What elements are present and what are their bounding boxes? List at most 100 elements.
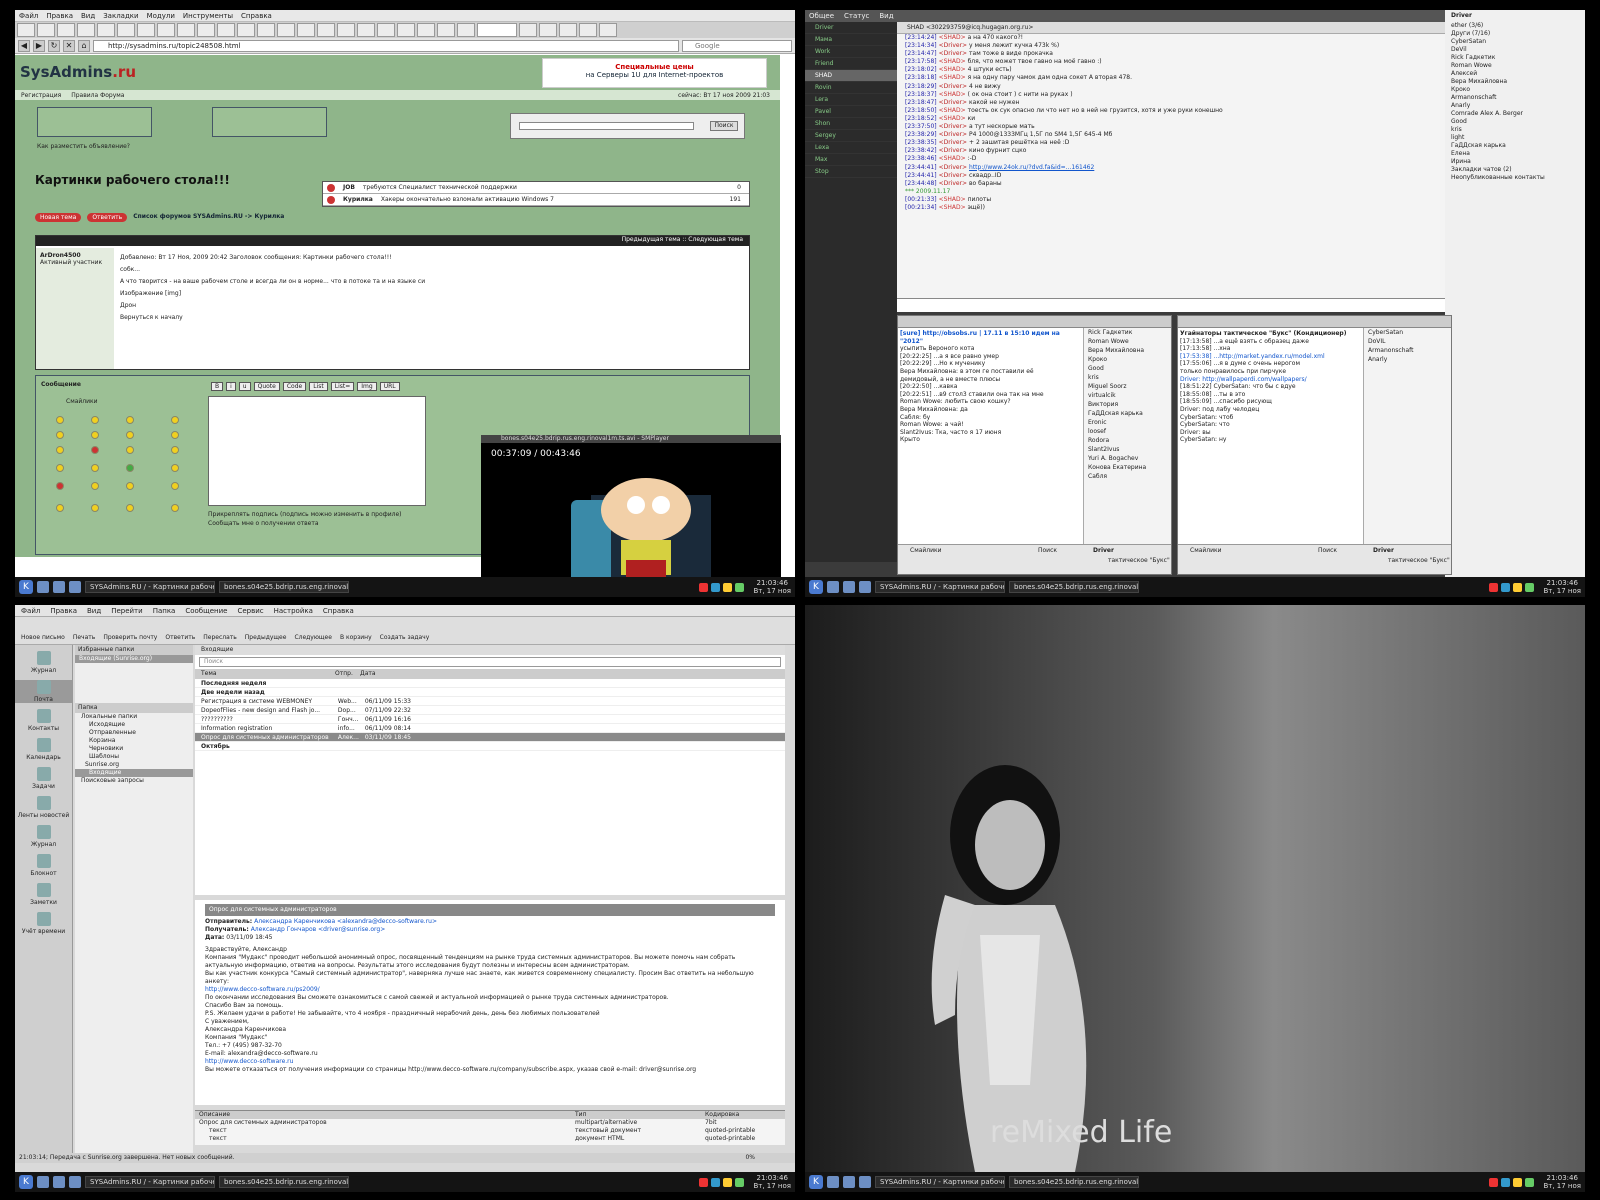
smiley-icon[interactable] [126, 464, 134, 472]
browser-tab[interactable] [357, 23, 375, 37]
col-from[interactable]: Отпр. [335, 669, 360, 679]
reply-button[interactable]: Ответить [87, 213, 128, 222]
kde-menu-icon[interactable]: K [19, 1175, 33, 1189]
clock[interactable]: 21:03:46 Вт, 17 ноя [753, 579, 791, 595]
browser-tab[interactable] [57, 23, 75, 37]
menu-status[interactable]: Статус [844, 12, 869, 20]
forum-search-input[interactable] [519, 122, 694, 130]
reply-button[interactable]: Ответить [165, 634, 195, 644]
body-link[interactable]: http://www.decco-software.ru/ps2009/ [205, 986, 775, 994]
from-value[interactable]: Александра Каренчикова <alexandra@decco-… [254, 918, 437, 925]
message-row[interactable]: Регистрация в системе WEBMONEY Web... 06… [195, 697, 785, 706]
forum-search-button[interactable]: Поиск [710, 121, 738, 131]
site-logo[interactable]: SysAdmins.ru [20, 63, 136, 81]
tray-icon[interactable] [1489, 582, 1499, 592]
message-row[interactable]: Information registration info... 06/11/0… [195, 724, 785, 733]
forward-icon[interactable]: ▶ [33, 39, 45, 52]
sidebar-mail[interactable]: Почта [15, 680, 72, 703]
task-player[interactable]: bones.s04e25.bdrip.rus.eng.rinoval1... [219, 581, 349, 593]
sidebar-calendar[interactable]: Календарь [15, 738, 72, 761]
tray-icon[interactable] [711, 582, 721, 592]
attach-row[interactable]: Опрос для системных администраторов multi… [195, 1119, 785, 1127]
sidebar-tasks[interactable]: Задачи [15, 767, 72, 790]
tab-inbox[interactable]: Входящие [195, 645, 785, 655]
room-user[interactable]: Сабля [1088, 472, 1171, 481]
launcher-icon[interactable] [843, 1176, 855, 1188]
sidebar-timetracker[interactable]: Учёт времени [15, 912, 72, 935]
folder-item-selected[interactable]: Входящие [75, 769, 193, 777]
menu-help[interactable]: Справка [323, 607, 354, 615]
clock[interactable]: 21:03:46 Вт, 17 ноя [1543, 1174, 1581, 1190]
smiley-icon[interactable] [126, 416, 134, 424]
forum-row[interactable]: Курилка Хакеры окончательно взломали акти… [323, 194, 749, 206]
menu-message[interactable]: Сообщение [185, 607, 227, 615]
previous-button[interactable]: Предыдущее [245, 634, 287, 644]
new-topic-button[interactable]: Новая тема [35, 213, 82, 222]
roster-item[interactable]: Armanonschaft [1445, 94, 1585, 102]
smiley-icon[interactable] [171, 446, 179, 454]
smiley-icon[interactable] [91, 504, 99, 512]
roster-item[interactable]: ether (3/6) [1445, 22, 1585, 30]
task-browser[interactable]: SYSAdmins.RU / - Картинки рабочего... [875, 581, 1005, 593]
to-value[interactable]: Александр Гончаров <driver@sunrise.org> [251, 926, 386, 933]
contact-item[interactable]: Lexa [805, 142, 897, 154]
room-user[interactable]: Good [1088, 364, 1171, 373]
browser-tab-active[interactable] [477, 23, 517, 37]
check-mail-button[interactable]: Проверить почту [103, 634, 157, 644]
tray-icon[interactable] [1501, 1177, 1511, 1187]
list-button[interactable]: List [309, 382, 328, 391]
next-button[interactable]: Следующее [294, 634, 332, 644]
room-user[interactable]: Slant2Ivus [1088, 445, 1171, 454]
launcher-icon[interactable] [843, 581, 855, 593]
tray-icon[interactable] [711, 1177, 721, 1187]
room-user[interactable]: loosef [1088, 427, 1171, 436]
roster-item[interactable]: ГаДДская карька [1445, 142, 1585, 150]
room-user[interactable]: Кроко [1088, 355, 1171, 364]
smiley-icon[interactable] [171, 464, 179, 472]
task-browser[interactable]: SYSAdmins.RU / - Картинки рабочего... [875, 1176, 1005, 1188]
tray-icon[interactable] [1501, 582, 1511, 592]
italic-button[interactable]: i [226, 382, 236, 391]
browser-tab[interactable] [237, 23, 255, 37]
print-button[interactable]: Печать [73, 634, 95, 644]
browser-tab[interactable] [77, 23, 95, 37]
list-eq-button[interactable]: List= [330, 382, 355, 391]
sidebar-notes[interactable]: Заметки [15, 883, 72, 906]
attach-row[interactable]: текст текстовый документ quoted-printable [195, 1127, 785, 1135]
group-row[interactable]: Последняя неделя [195, 679, 785, 688]
room-user[interactable]: Конова Екатерина [1088, 463, 1171, 472]
contact-item[interactable]: Work [805, 46, 897, 58]
url-field[interactable]: http://sysadmins.ru/topic248508.html [93, 39, 679, 52]
room-user[interactable]: Anarly [1368, 355, 1451, 364]
ad-link[interactable]: Как разместить объявление? [37, 143, 130, 150]
smiley-icon[interactable] [56, 446, 64, 454]
smiley-icon[interactable] [91, 416, 99, 424]
reload-icon[interactable]: ↻ [48, 39, 60, 52]
breadcrumb[interactable]: Список форумов SYSAdmins.RU -> Курилка [133, 213, 284, 222]
group-row[interactable]: Две недели назад [195, 688, 785, 697]
folder-item[interactable]: Черновики [75, 745, 193, 753]
browser-tab[interactable] [217, 23, 235, 37]
menu-tools[interactable]: Инструменты [183, 12, 233, 20]
launcher-icon[interactable] [37, 1176, 49, 1188]
message-row[interactable]: DopeofFlies - new design and Flash jo...… [195, 706, 785, 715]
roster-item[interactable]: CyberSatan [1445, 38, 1585, 46]
browser-tab[interactable] [277, 23, 295, 37]
browser-tab[interactable] [97, 23, 115, 37]
tray-icon[interactable] [1489, 1177, 1499, 1187]
contact-item[interactable]: Rovin [805, 82, 897, 94]
smiley-icon[interactable] [126, 446, 134, 454]
create-task-button[interactable]: Создать задачу [380, 634, 430, 644]
room-user[interactable]: CyberSatan [1368, 328, 1451, 337]
browser-tab[interactable] [539, 23, 557, 37]
favorite-folder[interactable]: Входящие (Sunrise.org) [75, 655, 193, 663]
img-button[interactable]: Img [357, 382, 377, 391]
tray-icon[interactable] [1513, 1177, 1523, 1187]
video-player[interactable]: bones.s04e25.bdrip.rus.eng.rinoval1m.ts.… [481, 435, 781, 577]
contact-item[interactable]: Shon [805, 118, 897, 130]
room-user[interactable]: Rick Гадкетик [1088, 328, 1171, 337]
folder-item[interactable]: Sunrise.org [75, 761, 193, 769]
contact-item[interactable]: Pavel [805, 106, 897, 118]
back-to-top[interactable]: Вернуться к началу [120, 312, 745, 324]
quote-button[interactable]: Quote [253, 382, 280, 391]
